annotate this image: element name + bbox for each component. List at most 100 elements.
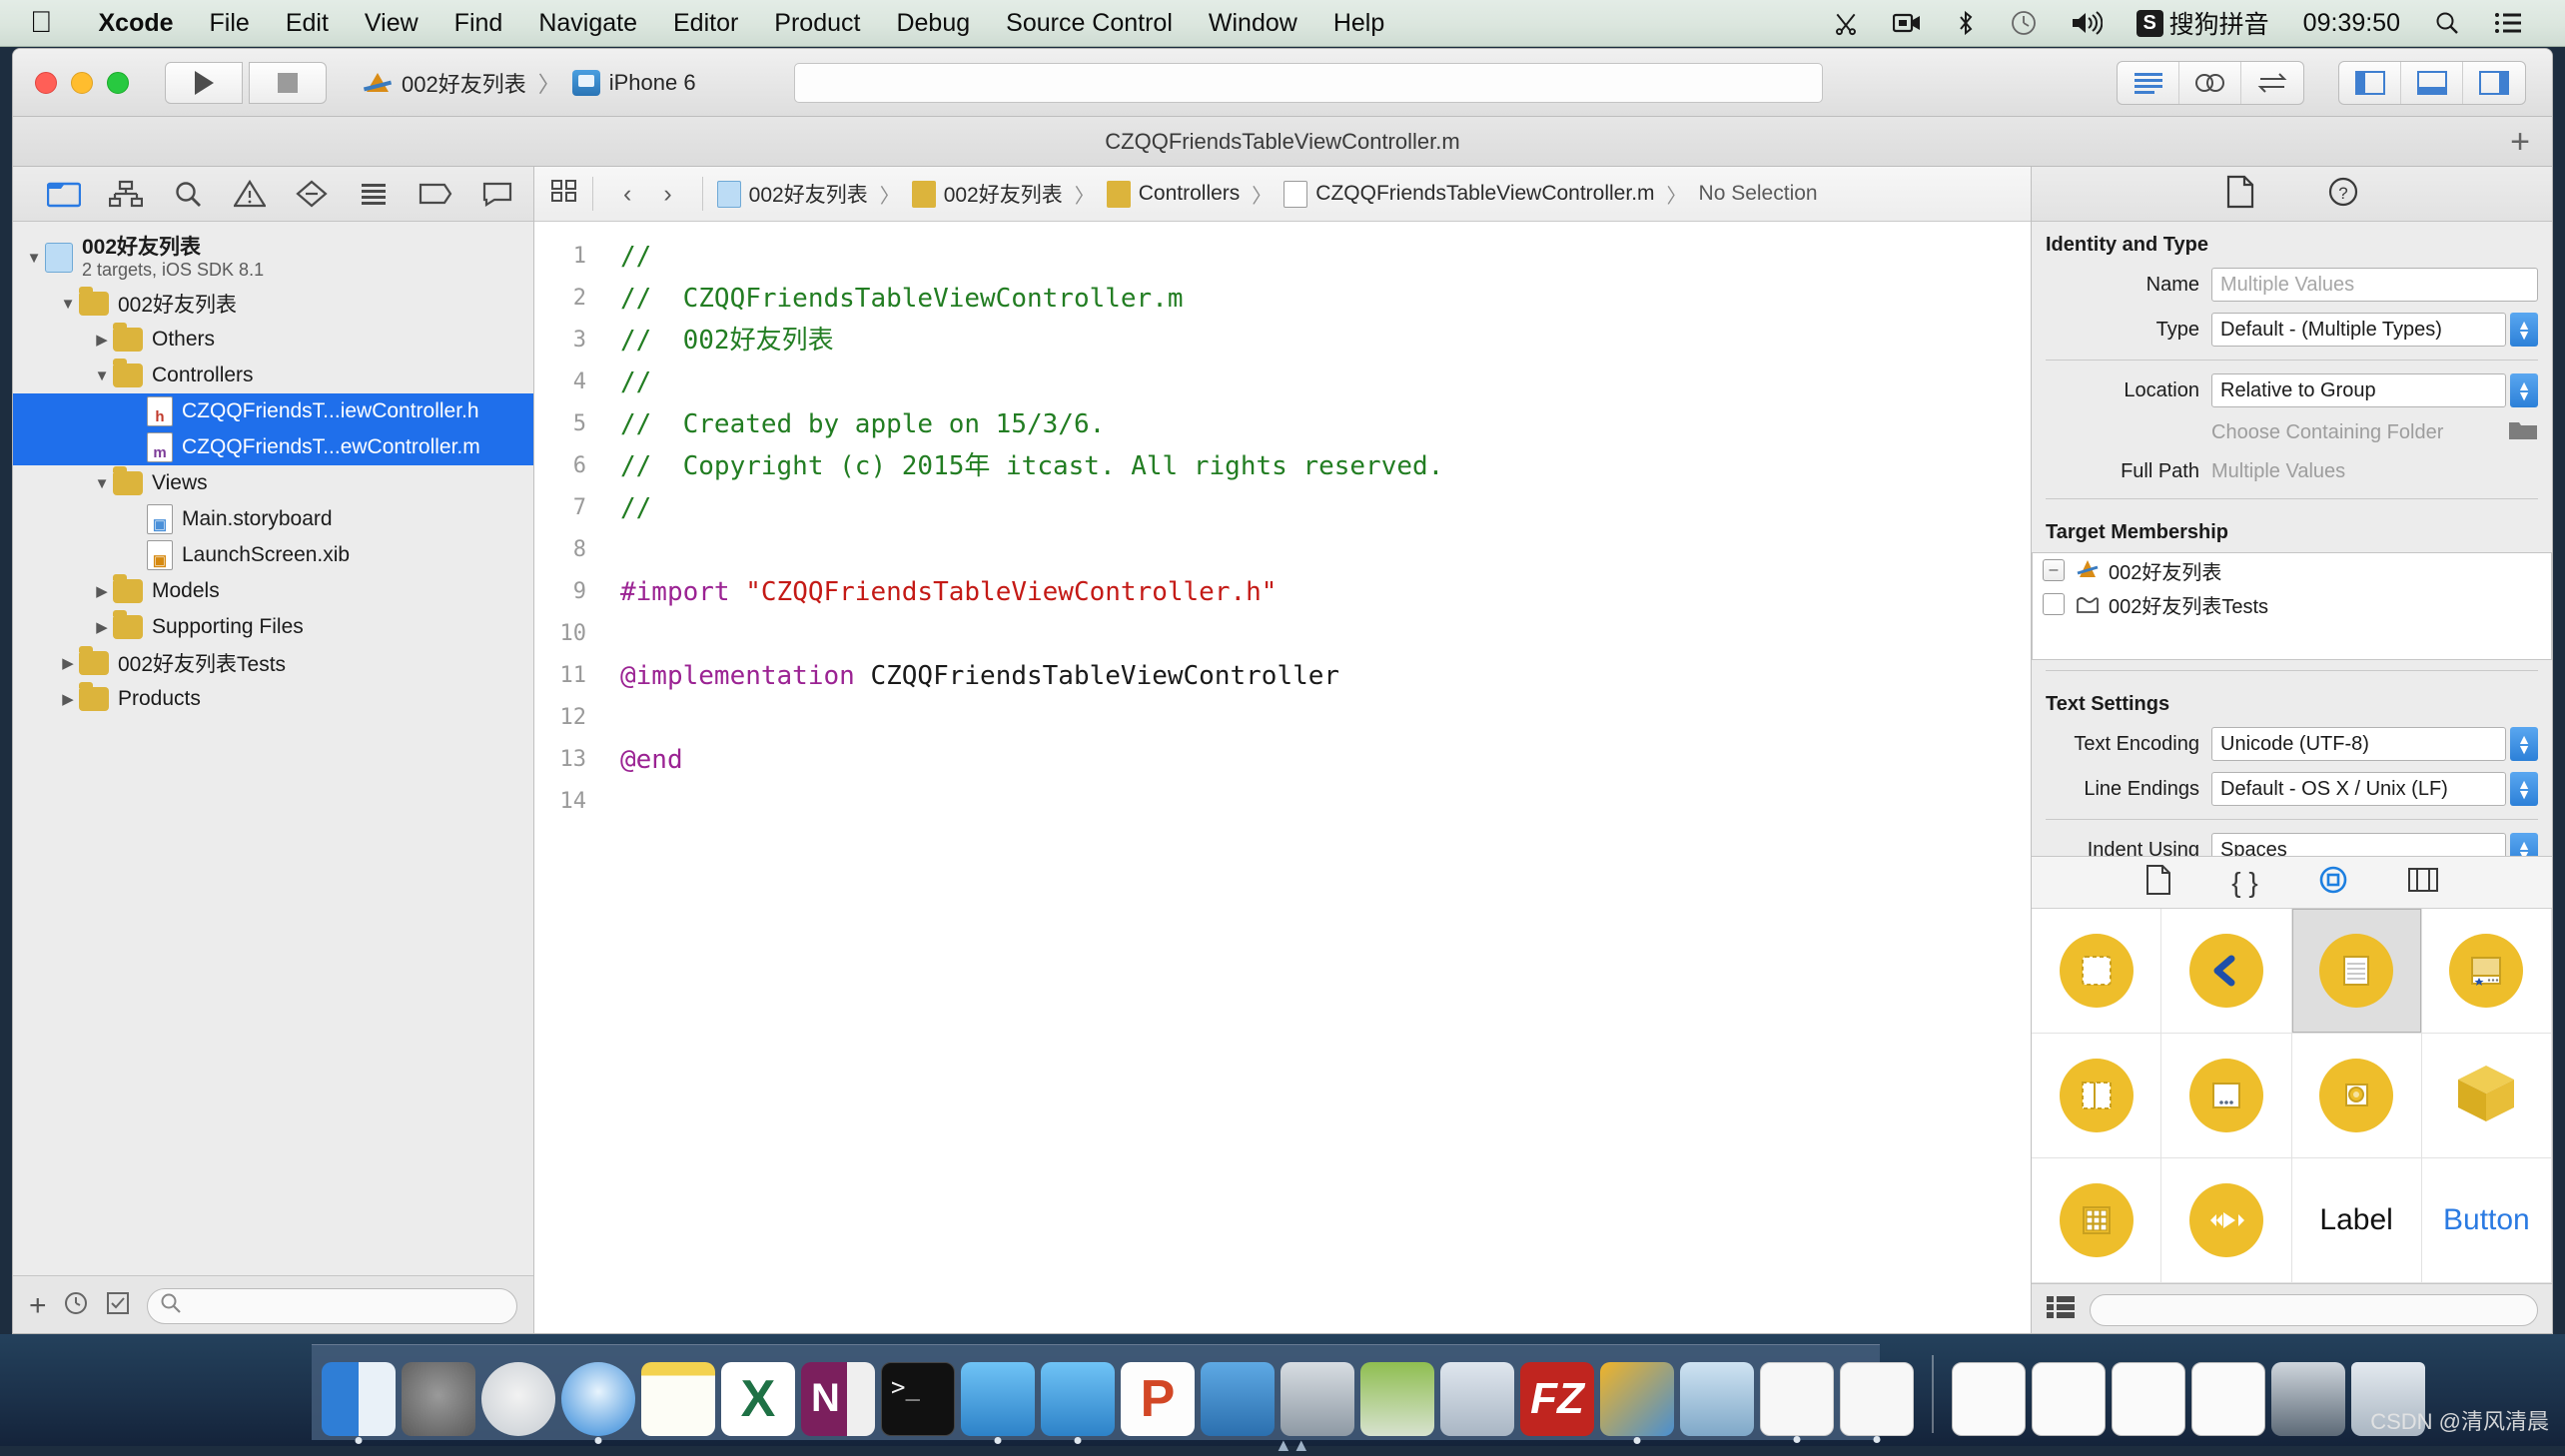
- indent-using-select[interactable]: Spaces: [2211, 833, 2506, 856]
- menubar-clock[interactable]: 09:39:50: [2286, 9, 2417, 38]
- checkbox-off-icon[interactable]: [2043, 593, 2065, 615]
- library-item-label[interactable]: Label: [2292, 1158, 2422, 1283]
- dock-item-filezilla[interactable]: FZ: [1520, 1362, 1594, 1436]
- scheme-selector[interactable]: 002好友列表 〉 iPhone 6: [353, 61, 706, 105]
- object-library-icon[interactable]: [2318, 865, 2348, 900]
- standard-editor-icon[interactable]: [2118, 62, 2179, 104]
- choose-containing-folder-label[interactable]: Choose Containing Folder: [2211, 421, 2508, 444]
- dock-item-xcode-doc-2[interactable]: [1840, 1362, 1914, 1436]
- dock-item-xcode-device[interactable]: [1041, 1362, 1115, 1436]
- dock-item-minimized-doc-2[interactable]: [2032, 1362, 2106, 1436]
- menu-item-source-control[interactable]: Source Control: [988, 9, 1191, 38]
- object-library-grid[interactable]: Label Button: [2032, 908, 2552, 1283]
- scissors-icon[interactable]: [1816, 10, 1876, 36]
- disclosure-triangle-icon[interactable]: ▶: [57, 654, 79, 672]
- find-navigator-icon[interactable]: [157, 172, 219, 216]
- breadcrumb-controllers[interactable]: Controllers: [1107, 181, 1241, 208]
- code-line[interactable]: // 002好友列表: [620, 320, 2031, 362]
- dock-item-onenote[interactable]: N: [801, 1362, 875, 1436]
- dock-item-snipping-tool[interactable]: [1201, 1362, 1275, 1436]
- dock-item-screen-share[interactable]: [2271, 1362, 2345, 1436]
- code-line[interactable]: [620, 697, 2031, 739]
- dock-item-xcode[interactable]: [961, 1362, 1035, 1436]
- navigator-tree-row[interactable]: ▼002好友列表: [13, 286, 533, 322]
- library-item-split-view-controller[interactable]: [2032, 1034, 2161, 1158]
- dock-item-finder[interactable]: [322, 1362, 396, 1436]
- menu-item-edit[interactable]: Edit: [268, 9, 347, 38]
- indent-using-stepper-icon[interactable]: ▲▼: [2510, 833, 2538, 856]
- disclosure-triangle-icon[interactable]: ▶: [91, 582, 113, 600]
- test-navigator-icon[interactable]: [281, 172, 343, 216]
- filter-input[interactable]: [147, 1288, 517, 1324]
- code-line[interactable]: //: [620, 362, 2031, 403]
- menu-item-window[interactable]: Window: [1191, 9, 1315, 38]
- hide-debug-icon[interactable]: [2401, 62, 2463, 104]
- dock-item-notes[interactable]: [641, 1362, 715, 1436]
- hide-navigator-icon[interactable]: [2339, 62, 2401, 104]
- target-membership-row[interactable]: 002好友列表Tests: [2033, 587, 2551, 621]
- library-item-glkit-view-controller[interactable]: [2292, 1034, 2422, 1158]
- code-line[interactable]: [620, 613, 2031, 655]
- recent-files-filter-icon[interactable]: [63, 1290, 89, 1321]
- dock-item-launchpad[interactable]: [481, 1362, 555, 1436]
- dock-item-minimized-doc-4[interactable]: [2191, 1362, 2265, 1436]
- list-layout-icon[interactable]: [2046, 1294, 2076, 1325]
- type-stepper-icon[interactable]: ▲▼: [2510, 313, 2538, 347]
- menu-item-navigate[interactable]: Navigate: [520, 9, 655, 38]
- list-icon[interactable]: [2477, 12, 2539, 34]
- code-line[interactable]: [620, 529, 2031, 571]
- related-items-icon[interactable]: [550, 178, 578, 210]
- navigator-tree-row[interactable]: ▶Products: [13, 681, 533, 717]
- navigator-tree-row[interactable]: ▼Controllers: [13, 358, 533, 393]
- menu-item-view[interactable]: View: [347, 9, 436, 38]
- library-item-button[interactable]: Button: [2422, 1158, 2552, 1283]
- menu-item-file[interactable]: File: [192, 9, 268, 38]
- name-input[interactable]: Multiple Values: [2211, 268, 2538, 302]
- navigator-tree-row[interactable]: hCZQQFriendsT...iewController.h: [13, 393, 533, 429]
- stop-button[interactable]: [249, 62, 327, 104]
- disclosure-triangle-icon[interactable]: ▼: [91, 367, 113, 384]
- disclosure-triangle-icon[interactable]: ▶: [91, 618, 113, 636]
- line-endings-stepper-icon[interactable]: ▲▼: [2510, 772, 2538, 806]
- media-library-icon[interactable]: [2408, 867, 2438, 898]
- code-line[interactable]: @end: [620, 739, 2031, 781]
- file-inspector-icon[interactable]: [2225, 175, 2255, 214]
- code-line[interactable]: // Created by apple on 15/3/6.: [620, 403, 2031, 445]
- dock-item-powerpoint[interactable]: P: [1121, 1362, 1195, 1436]
- dock-item-ruler[interactable]: [1680, 1362, 1754, 1436]
- code-editor[interactable]: 1234567891011121314 //// CZQQFriendsTabl…: [534, 222, 2031, 1334]
- navigator-tree-row[interactable]: ▶Supporting Files: [13, 609, 533, 645]
- add-file-button[interactable]: +: [29, 1291, 47, 1321]
- apple-logo-icon[interactable]: : [30, 8, 53, 38]
- zoom-button[interactable]: [107, 72, 129, 94]
- file-template-library-icon[interactable]: [2145, 865, 2171, 900]
- breadcrumb-project[interactable]: 002好友列表: [717, 179, 868, 209]
- issue-navigator-icon[interactable]: [219, 172, 281, 216]
- dock-item-minimized-doc-3[interactable]: [2112, 1362, 2185, 1436]
- back-button[interactable]: ‹: [607, 180, 647, 209]
- debug-navigator-icon[interactable]: [343, 172, 405, 216]
- code-snippet-library-icon[interactable]: { }: [2231, 869, 2257, 897]
- library-item-object[interactable]: [2422, 1034, 2552, 1158]
- quick-help-icon[interactable]: ?: [2327, 176, 2359, 213]
- bluetooth-icon[interactable]: [1938, 10, 1994, 36]
- code-line[interactable]: // CZQQFriendsTableViewController.m: [620, 278, 2031, 320]
- navigator-tree-row[interactable]: mCZQQFriendsT...ewController.m: [13, 429, 533, 465]
- screen-record-icon[interactable]: [1876, 12, 1938, 34]
- folder-icon[interactable]: [2508, 417, 2538, 447]
- search-icon[interactable]: [2417, 10, 2477, 36]
- forward-button[interactable]: ›: [647, 180, 687, 209]
- menu-item-find[interactable]: Find: [436, 9, 521, 38]
- library-item-avkit-player-controller[interactable]: [2161, 1158, 2291, 1283]
- dock-item-xmind[interactable]: [1600, 1362, 1674, 1436]
- disclosure-triangle-icon[interactable]: ▼: [23, 250, 45, 267]
- dock-item-safari[interactable]: [561, 1362, 635, 1436]
- breakpoint-navigator-icon[interactable]: [405, 172, 466, 216]
- library-search-input[interactable]: [2090, 1294, 2538, 1326]
- disclosure-triangle-icon[interactable]: ▼: [91, 475, 113, 492]
- location-select[interactable]: Relative to Group: [2211, 373, 2506, 407]
- navigator-tree-row[interactable]: ▣LaunchScreen.xib: [13, 537, 533, 573]
- breadcrumb-file[interactable]: CZQQFriendsTableViewController.m: [1283, 181, 1654, 208]
- dock-item-terminal[interactable]: >_: [881, 1362, 955, 1436]
- disclosure-triangle-icon[interactable]: ▶: [57, 690, 79, 708]
